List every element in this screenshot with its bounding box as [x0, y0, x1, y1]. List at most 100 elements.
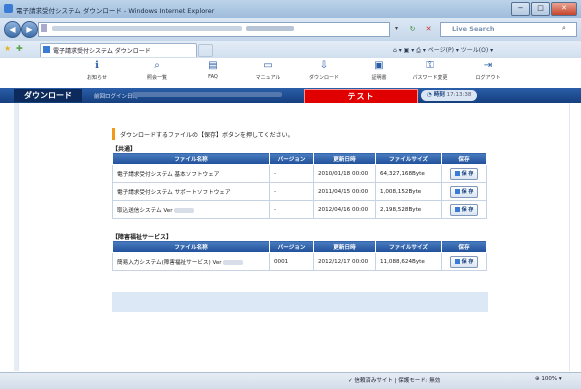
table-header: ファイル名称 バージョン 更新日時 ファイルサイズ 保存	[112, 152, 487, 165]
zoom-level[interactable]: ⊕ 100% ▾	[535, 376, 562, 382]
stop-icon[interactable]: ✕	[422, 23, 435, 35]
clock-icon: ◔	[427, 92, 432, 98]
tab-page-icon	[43, 46, 50, 53]
address-dropdown-icon[interactable]: ▾	[390, 23, 403, 35]
logout-icon: ⇥	[483, 60, 493, 71]
clock: ◔ 時刻 17:13:38	[421, 90, 478, 101]
col-save: 保存	[441, 152, 487, 165]
table-row: 電子請求受付システム サポートソフトウェア - 2011/04/15 00:00…	[112, 182, 487, 201]
nav-label: FAQ	[208, 74, 218, 80]
file-updated: 2010/01/18 00:00	[313, 164, 376, 183]
certificate-icon: ▣	[374, 60, 384, 71]
save-cell: 保 存	[441, 164, 487, 183]
clock-label: 時刻	[433, 92, 445, 98]
file-version: -	[269, 182, 314, 201]
add-favorites-icon[interactable]: ✚	[16, 44, 23, 53]
version-redacted	[223, 259, 244, 265]
col-updated: 更新日時	[313, 152, 376, 165]
file-updated: 2011/04/15 00:00	[313, 182, 376, 201]
save-icon	[454, 206, 460, 212]
save-cell: 保 存	[441, 252, 487, 271]
favorites-star-icon[interactable]: ★	[4, 44, 11, 53]
nav-certificate[interactable]: ▣ 証明書	[355, 60, 403, 81]
file-size: 64,327,168Byte	[375, 164, 442, 183]
col-version: バージョン	[269, 240, 314, 253]
security-zone[interactable]: ✓ 信頼済みサイト | 保護モード: 無効	[348, 376, 440, 384]
forward-button[interactable]: ▶	[21, 21, 38, 38]
back-button[interactable]: ◀	[4, 21, 21, 38]
footer-info-box	[112, 292, 488, 312]
window-controls: − □ ✕	[510, 2, 577, 16]
nav-manual[interactable]: ▭ マニュアル	[244, 60, 292, 81]
page-title: ダウンロード	[14, 89, 82, 102]
save-label: 保 存	[461, 188, 474, 195]
status-bar	[0, 372, 581, 389]
file-size: 1,008,152Byte	[375, 182, 442, 201]
zoom-value: 100%	[541, 376, 558, 382]
col-version: バージョン	[269, 152, 314, 165]
nav-label: 証明書	[371, 75, 387, 81]
col-size: ファイルサイズ	[375, 152, 442, 165]
address-url-redacted-2	[246, 26, 294, 31]
maximize-button[interactable]: □	[531, 2, 550, 16]
zoom-icon: ⊕	[535, 376, 540, 382]
search-list-icon: ⌕	[154, 60, 160, 71]
save-button[interactable]: 保 存	[450, 185, 478, 198]
save-label: 保 存	[461, 206, 474, 213]
file-size: 11,088,624Byte	[375, 252, 442, 271]
info-icon: ℹ	[95, 60, 99, 71]
file-version: -	[269, 164, 314, 183]
save-label: 保 存	[461, 258, 474, 265]
search-icon[interactable]: ⌕	[562, 24, 570, 32]
nav-faq[interactable]: ▤ FAQ	[189, 60, 237, 80]
title-bar	[0, 88, 581, 103]
nav-inquiry-list[interactable]: ⌕ 照会一覧	[133, 60, 181, 81]
window-title: 電子請求受付システム ダウンロード - Windows Internet Exp…	[16, 7, 215, 15]
file-updated: 2012/12/17 00:00	[313, 252, 376, 271]
save-icon	[454, 258, 460, 264]
address-url-redacted	[52, 26, 242, 31]
tab-title: 電子請求受付システム ダウンロード	[53, 48, 151, 55]
nav-logout[interactable]: ⇥ ログアウト	[464, 60, 512, 81]
file-size: 2,198,528Byte	[375, 200, 442, 219]
col-save: 保存	[441, 240, 487, 253]
download-table-disability-welfare: ファイル名称 バージョン 更新日時 ファイルサイズ 保存 簡易入力システム(障害…	[112, 240, 487, 271]
file-name: 電子請求受付システム 基本ソフトウェア	[112, 164, 270, 183]
save-button[interactable]: 保 存	[450, 203, 478, 216]
minimize-button[interactable]: −	[511, 2, 530, 16]
save-button[interactable]: 保 存	[450, 255, 478, 268]
file-version: 0001	[269, 252, 314, 271]
environment-badge: テスト	[304, 89, 418, 104]
nav-label: ログアウト	[475, 75, 501, 81]
nav-label: マニュアル	[255, 75, 281, 81]
file-updated: 2012/04/16 00:00	[313, 200, 376, 219]
file-name-cell: 取込送信システム Ver	[112, 200, 270, 219]
file-name-cell: 簡易入力システム(障害福祉サービス) Ver	[112, 252, 270, 271]
search-placeholder: Live Search	[452, 25, 495, 33]
file-name: 取込送信システム Ver	[117, 207, 173, 214]
main-content	[18, 103, 570, 371]
ie-icon	[4, 4, 13, 13]
new-tab-button[interactable]	[198, 44, 213, 57]
table-row: 簡易入力システム(障害福祉サービス) Ver 0001 2012/12/17 0…	[112, 252, 487, 271]
page-icon	[41, 24, 47, 32]
save-button[interactable]: 保 存	[450, 167, 478, 180]
version-redacted	[174, 207, 195, 213]
nav-notice[interactable]: ℹ お知らせ	[73, 60, 121, 81]
nav-label: 照会一覧	[146, 75, 167, 81]
file-name: 電子請求受付システム サポートソフトウェア	[112, 182, 270, 201]
nav-label: パスワード変更	[412, 75, 448, 81]
command-bar[interactable]: ⌂ ▾ ▣ ▾ ⎙ ▾ ページ(P) ▾ ツール(O) ▾	[393, 45, 493, 55]
table-header: ファイル名称 バージョン 更新日時 ファイルサイズ 保存	[112, 240, 487, 253]
col-size: ファイルサイズ	[375, 240, 442, 253]
refresh-icon[interactable]: ↻	[406, 23, 419, 35]
nav-download[interactable]: ⇩ ダウンロード	[300, 60, 348, 81]
close-button[interactable]: ✕	[551, 2, 577, 16]
file-version: -	[269, 200, 314, 219]
col-file-name: ファイル名称	[112, 152, 270, 165]
download-icon: ⇩	[319, 60, 329, 71]
table-row: 取込送信システム Ver - 2012/04/16 00:00 2,198,52…	[112, 200, 487, 219]
save-icon	[454, 170, 460, 176]
nav-password-change[interactable]: ⚿ パスワード変更	[406, 60, 454, 81]
key-icon: ⚿	[426, 60, 434, 71]
